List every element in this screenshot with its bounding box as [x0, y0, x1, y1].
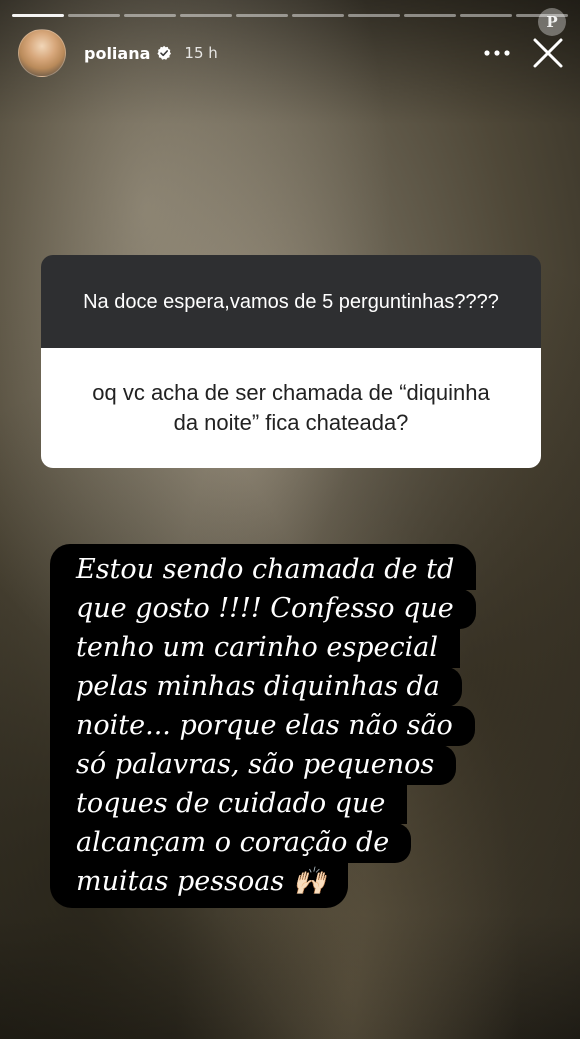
answer-line: alcançam o coração de [50, 823, 412, 863]
story-progress-bar [12, 14, 568, 17]
answer-line: que gosto !!!! Confesso que [50, 589, 476, 629]
answer-line: pelas minhas diquinhas da [50, 667, 462, 707]
avatar[interactable] [18, 29, 66, 77]
timestamp: 15 h [184, 44, 218, 62]
progress-segment [68, 14, 120, 17]
verified-badge-icon [156, 45, 172, 61]
more-horizontal-icon[interactable] [482, 38, 512, 68]
progress-segment [348, 14, 400, 17]
answer-line: Estou sendo chamada de td [50, 544, 477, 590]
progress-segment [292, 14, 344, 17]
progress-segment [180, 14, 232, 17]
question-sticker-prompt: Na doce espera,vamos de 5 perguntinhas??… [41, 255, 541, 348]
answer-text-block: Estou sendo chamada de td que gosto !!!!… [50, 544, 570, 908]
answer-line: noite... porque elas não são [50, 706, 475, 746]
progress-segment [236, 14, 288, 17]
progress-segment [404, 14, 456, 17]
username[interactable]: poliana [84, 44, 150, 63]
progress-segment [460, 14, 512, 17]
question-sticker-question: oq vc acha de ser chamada de “diquinha d… [41, 348, 541, 468]
story-header: poliana 15 h [18, 28, 566, 78]
answer-line: muitas pessoas 🙌🏻 [50, 862, 349, 908]
question-sticker[interactable]: Na doce espera,vamos de 5 perguntinhas??… [41, 255, 541, 468]
progress-segment [12, 14, 64, 17]
answer-line: toques de cuidado que [50, 784, 408, 824]
answer-line: só palavras, são pequenos [50, 745, 457, 785]
close-icon[interactable] [530, 35, 566, 71]
answer-line: tenho um carinho especial [50, 628, 460, 668]
progress-segment [124, 14, 176, 17]
